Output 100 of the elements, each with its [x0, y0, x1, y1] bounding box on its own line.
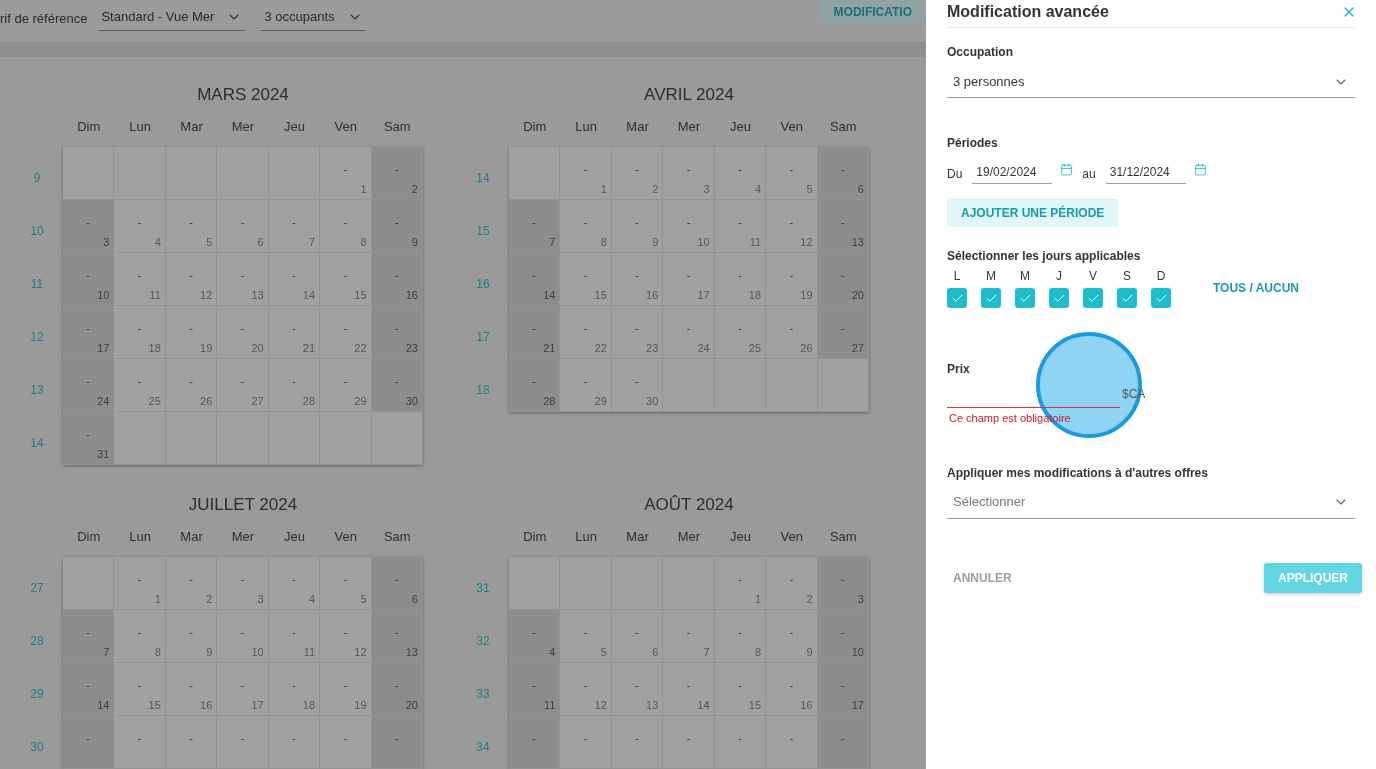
calendar-icon[interactable]: [1060, 163, 1074, 176]
day-cell[interactable]: - 4: [114, 200, 166, 253]
day-cell[interactable]: - 2: [165, 557, 218, 610]
day-cell[interactable]: - 13: [371, 610, 423, 663]
day-cell[interactable]: - 21: [509, 306, 561, 359]
day-cell[interactable]: - 17: [663, 253, 715, 306]
day-cell[interactable]: - 13: [817, 200, 869, 253]
other-offers-select[interactable]: Sélectionner: [947, 486, 1355, 519]
day-cell[interactable]: - 1: [560, 147, 612, 200]
day-cell[interactable]: - 4: [714, 147, 767, 200]
day-checkbox[interactable]: [1049, 288, 1069, 308]
day-cell[interactable]: - 16: [371, 253, 423, 306]
day-cell[interactable]: - 8: [114, 610, 166, 663]
day-cell[interactable]: - 22: [320, 306, 372, 359]
day-cell[interactable]: - 16: [611, 253, 664, 306]
day-cell[interactable]: - 9: [371, 200, 423, 253]
day-cell[interactable]: - 13: [217, 253, 269, 306]
day-cell[interactable]: - 5: [165, 200, 218, 253]
rate-select[interactable]: Standard - Vue Mer: [98, 3, 246, 31]
day-cell[interactable]: - 28: [509, 359, 561, 412]
day-cell[interactable]: - 8: [320, 200, 372, 253]
day-cell[interactable]: -: [63, 716, 115, 769]
day-cell[interactable]: - 3: [663, 147, 715, 200]
day-cell[interactable]: - 10: [817, 610, 869, 663]
day-cell[interactable]: -: [268, 716, 321, 769]
day-cell[interactable]: - 17: [63, 306, 115, 359]
day-cell[interactable]: - 15: [560, 253, 612, 306]
day-cell[interactable]: - 25: [714, 306, 767, 359]
day-cell[interactable]: - 18: [268, 663, 321, 716]
day-cell[interactable]: - 8: [714, 610, 767, 663]
day-cell[interactable]: - 20: [371, 663, 423, 716]
day-cell[interactable]: - 11: [509, 663, 561, 716]
day-cell[interactable]: - 19: [165, 306, 218, 359]
day-cell[interactable]: - 18: [114, 306, 166, 359]
day-cell[interactable]: - 12: [165, 253, 218, 306]
add-period-button[interactable]: AJOUTER UNE PÉRIODE: [947, 198, 1119, 227]
day-cell[interactable]: - 13: [611, 663, 664, 716]
day-checkbox[interactable]: [981, 288, 1001, 308]
day-cell[interactable]: - 7: [509, 200, 561, 253]
day-cell[interactable]: - 22: [560, 306, 612, 359]
day-cell[interactable]: - 28: [268, 359, 321, 412]
day-cell[interactable]: - 2: [611, 147, 664, 200]
day-cell[interactable]: -: [509, 716, 561, 769]
day-cell[interactable]: - 7: [663, 610, 715, 663]
day-cell[interactable]: - 10: [217, 610, 269, 663]
occupancy-select[interactable]: 3 occupants: [261, 3, 366, 31]
day-cell[interactable]: - 14: [663, 663, 715, 716]
day-checkbox[interactable]: [1151, 288, 1171, 308]
day-cell[interactable]: - 21: [268, 306, 321, 359]
occupation-select[interactable]: 3 personnes: [947, 66, 1355, 98]
day-cell[interactable]: - 11: [114, 253, 166, 306]
day-cell[interactable]: - 20: [217, 306, 269, 359]
day-cell[interactable]: - 24: [63, 359, 115, 412]
day-cell[interactable]: - 14: [509, 253, 561, 306]
day-cell[interactable]: -: [714, 716, 767, 769]
day-cell[interactable]: - 26: [165, 359, 218, 412]
day-cell[interactable]: - 30: [371, 359, 423, 412]
day-cell[interactable]: - 27: [817, 306, 869, 359]
day-cell[interactable]: - 15: [714, 663, 767, 716]
day-cell[interactable]: - 26: [766, 306, 818, 359]
day-cell[interactable]: - 3: [217, 557, 269, 610]
day-cell[interactable]: - 7: [268, 200, 321, 253]
day-cell[interactable]: - 23: [611, 306, 664, 359]
day-cell[interactable]: - 9: [766, 610, 818, 663]
day-cell[interactable]: - 12: [766, 200, 818, 253]
day-checkbox[interactable]: [1083, 288, 1103, 308]
day-cell[interactable]: - 12: [320, 610, 372, 663]
day-cell[interactable]: - 6: [371, 557, 423, 610]
day-checkbox[interactable]: [1015, 288, 1035, 308]
day-cell[interactable]: - 23: [371, 306, 423, 359]
day-cell[interactable]: - 7: [63, 610, 115, 663]
day-cell[interactable]: - 10: [663, 200, 715, 253]
day-cell[interactable]: - 1: [320, 147, 372, 200]
day-cell[interactable]: - 18: [714, 253, 767, 306]
day-cell[interactable]: - 2: [766, 557, 818, 610]
day-cell[interactable]: - 2: [371, 147, 423, 200]
cancel-button[interactable]: ANNULER: [947, 562, 1018, 593]
from-date-field[interactable]: 19/02/2024: [972, 160, 1053, 184]
day-cell[interactable]: -: [560, 716, 612, 769]
calendar-icon[interactable]: [1193, 163, 1207, 176]
day-cell[interactable]: - 6: [611, 610, 664, 663]
day-cell[interactable]: - 4: [509, 610, 561, 663]
day-checkbox[interactable]: [1117, 288, 1137, 308]
day-checkbox[interactable]: [947, 288, 967, 308]
day-cell[interactable]: - 11: [714, 200, 767, 253]
day-cell[interactable]: - 10: [63, 253, 115, 306]
day-cell[interactable]: - 16: [766, 663, 818, 716]
day-cell[interactable]: -: [320, 716, 372, 769]
day-cell[interactable]: -: [663, 716, 715, 769]
day-cell[interactable]: - 14: [63, 663, 115, 716]
day-cell[interactable]: - 6: [817, 147, 869, 200]
day-cell[interactable]: - 30: [611, 359, 664, 412]
day-cell[interactable]: - 15: [114, 663, 166, 716]
day-cell[interactable]: - 1: [714, 557, 767, 610]
day-cell[interactable]: - 25: [114, 359, 166, 412]
day-cell[interactable]: - 3: [817, 557, 869, 610]
day-cell[interactable]: -: [766, 716, 818, 769]
day-cell[interactable]: - 17: [217, 663, 269, 716]
day-cell[interactable]: - 14: [268, 253, 321, 306]
day-cell[interactable]: - 29: [560, 359, 612, 412]
